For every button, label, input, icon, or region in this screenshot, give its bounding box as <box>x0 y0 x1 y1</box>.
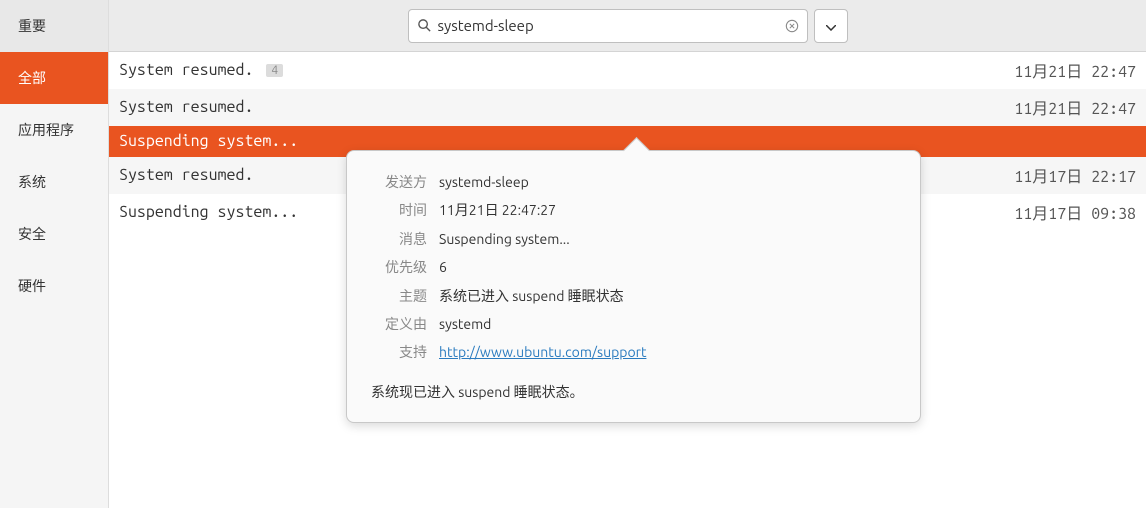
popover-value-sender: systemd-sleep <box>439 171 529 193</box>
search-dropdown-button[interactable] <box>814 9 848 43</box>
main-panel: System resumed. 4 11月21日 22:47 System re… <box>109 0 1146 508</box>
topbar <box>109 0 1146 52</box>
search-box[interactable] <box>408 9 808 43</box>
log-row[interactable]: System resumed. 11月21日 22:47 <box>109 89 1146 126</box>
chevron-down-icon <box>826 17 836 34</box>
popover-label-priority: 优先级 <box>371 256 427 278</box>
search-icon <box>417 18 432 33</box>
popover-body: 系统现已进入 suspend 睡眠状态。 <box>371 382 896 402</box>
search-input[interactable] <box>432 17 785 34</box>
popover-label-subject: 主题 <box>371 285 427 307</box>
popover-label-message: 消息 <box>371 228 427 250</box>
sidebar-item-hardware[interactable]: 硬件 <box>0 260 108 312</box>
sidebar-item-important[interactable]: 重要 <box>0 0 108 52</box>
detail-popover: 发送方 systemd-sleep 时间 11月21日 22:47:27 消息 … <box>346 150 921 423</box>
sidebar-item-security[interactable]: 安全 <box>0 208 108 260</box>
popover-value-defined-by: systemd <box>439 313 491 335</box>
popover-value-subject: 系统已进入 suspend 睡眠状态 <box>439 285 624 307</box>
popover-value-time: 11月21日 22:47:27 <box>439 199 556 221</box>
log-message: System resumed. <box>119 98 1014 116</box>
popover-support-link[interactable]: http://www.ubuntu.com/support <box>439 344 646 360</box>
sidebar-item-all[interactable]: 全部 <box>0 52 108 104</box>
popover-label-defined-by: 定义由 <box>371 313 427 335</box>
popover-label-time: 时间 <box>371 199 427 221</box>
popover-value-priority: 6 <box>439 256 447 278</box>
sidebar-item-system[interactable]: 系统 <box>0 156 108 208</box>
log-date: 11月21日 22:47 <box>1014 95 1136 119</box>
log-date: 11月17日 22:17 <box>1014 163 1136 187</box>
log-row[interactable]: System resumed. 4 11月21日 22:47 <box>109 52 1146 89</box>
log-message: System resumed. 4 <box>119 61 1014 79</box>
log-badge: 4 <box>266 64 283 77</box>
log-date: 11月17日 09:38 <box>1014 200 1136 224</box>
sidebar: 重要 全部 应用程序 系统 安全 硬件 <box>0 0 109 508</box>
popover-label-sender: 发送方 <box>371 171 427 193</box>
popover-label-support: 支持 <box>371 341 427 363</box>
log-date: 11月21日 22:47 <box>1014 58 1136 82</box>
clear-icon[interactable] <box>785 19 799 33</box>
popover-value-message: Suspending system... <box>439 228 570 250</box>
sidebar-item-applications[interactable]: 应用程序 <box>0 104 108 156</box>
